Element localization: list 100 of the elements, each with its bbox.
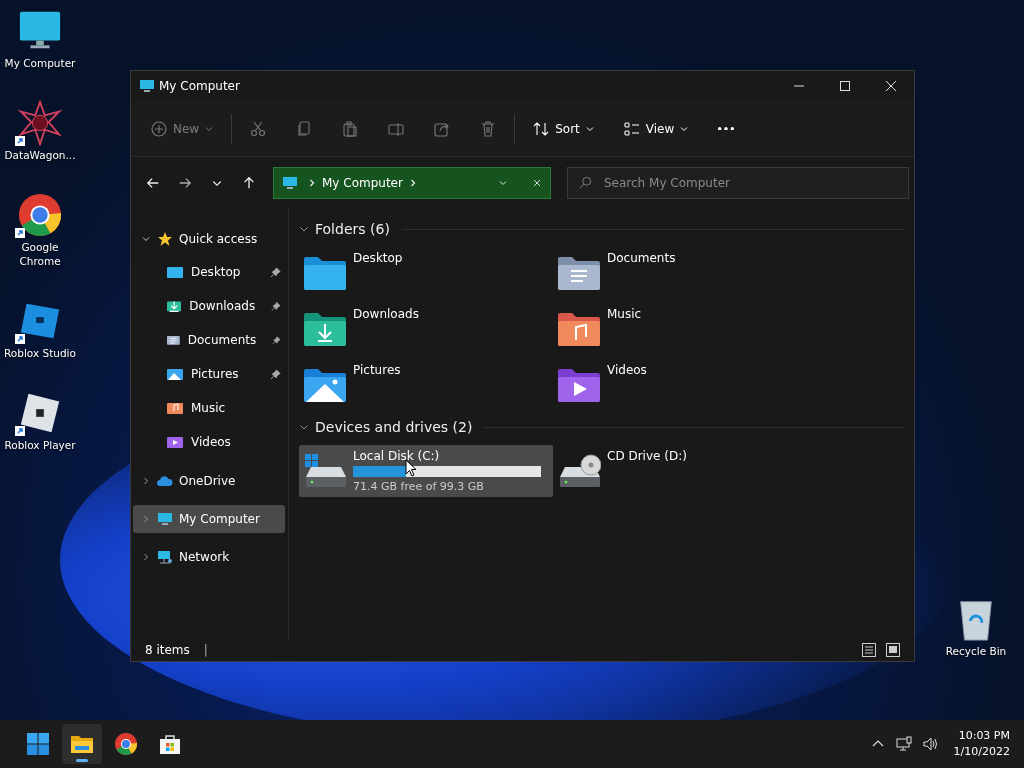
clock[interactable]: 10:03 PM 1/10/2022 xyxy=(953,728,1010,760)
item-name: CD Drive (D:) xyxy=(607,449,688,463)
desktop-shortcut[interactable]: Google Chrome xyxy=(0,192,80,268)
folder-item[interactable]: Downloads xyxy=(299,303,553,355)
monitor-icon xyxy=(139,78,155,94)
chrome-icon xyxy=(17,192,63,238)
up-arrow-icon xyxy=(242,176,256,190)
item-name: Music xyxy=(607,307,643,321)
folder-item[interactable]: Videos xyxy=(553,359,807,411)
trash-icon xyxy=(480,120,497,137)
back-arrow-icon xyxy=(146,176,160,190)
status-separator: | xyxy=(203,643,208,657)
sort-button[interactable]: Sort xyxy=(525,114,602,143)
clear-icon[interactable] xyxy=(532,178,542,188)
rename-icon xyxy=(388,120,405,137)
item-name: Videos xyxy=(607,363,648,377)
sidebar-item[interactable]: OneDrive xyxy=(133,467,285,495)
item-name: Desktop xyxy=(353,251,404,265)
collapse-chevron-icon[interactable] xyxy=(299,422,309,432)
collapse-chevron-icon[interactable] xyxy=(299,224,309,234)
folder-icon xyxy=(557,311,601,347)
address-bar[interactable]: My Computer xyxy=(273,167,551,199)
windows-logo-icon xyxy=(26,732,50,756)
search-field[interactable]: Search My Computer xyxy=(567,167,909,199)
taskbar-app-button[interactable] xyxy=(62,724,102,764)
item-name: Downloads xyxy=(353,307,420,321)
desktop-icon-label: DataWagon... xyxy=(3,148,77,162)
network-icon xyxy=(157,549,173,565)
item-name: Documents xyxy=(607,251,677,265)
sort-arrows-icon xyxy=(533,120,550,137)
sidebar-item[interactable]: Quick access xyxy=(133,225,285,253)
forward-arrow-icon xyxy=(178,176,192,190)
address-location: My Computer xyxy=(322,176,403,190)
chevron-right-icon xyxy=(408,179,417,187)
desktop-icon-label: Google Chrome xyxy=(18,240,62,268)
chevron-down-icon[interactable] xyxy=(141,234,151,244)
disk-space-text: 71.4 GB free of 99.3 GB xyxy=(353,480,485,493)
sidebar-item[interactable]: Desktop xyxy=(133,257,285,287)
network-icon[interactable] xyxy=(895,736,912,752)
folder-item[interactable]: Documents xyxy=(553,247,807,299)
folder-item[interactable]: Pictures xyxy=(299,359,553,411)
chevron-right-icon xyxy=(308,179,316,187)
sidebar-item[interactable]: Videos xyxy=(133,427,285,457)
window-title: My Computer xyxy=(159,79,240,93)
item-name: Pictures xyxy=(353,363,402,377)
share-icon xyxy=(434,120,451,137)
section-heading: Folders (6) xyxy=(315,221,390,237)
star-icon xyxy=(157,231,173,247)
clock-date: 1/10/2022 xyxy=(953,744,1010,760)
search-input[interactable]: Search My Computer xyxy=(602,175,898,191)
drive-item[interactable]: CD Drive (D:) xyxy=(553,445,807,497)
cd-drive-icon xyxy=(557,453,601,489)
desktop-shortcut[interactable]: Roblox Studio xyxy=(0,298,80,360)
monitor-icon xyxy=(282,175,298,191)
caret-icon xyxy=(585,124,594,133)
sidebar-item[interactable]: Pictures xyxy=(133,359,285,389)
list-view-icon xyxy=(623,120,640,137)
sidebar-item[interactable]: My Computer xyxy=(133,505,285,533)
folder-icon xyxy=(167,400,183,416)
folder-item[interactable]: Desktop xyxy=(299,247,553,299)
desktop-shortcut[interactable]: Recycle Bin xyxy=(936,596,1016,658)
maximize-icon xyxy=(839,80,851,92)
plus-circle-icon xyxy=(151,120,167,137)
item-name: Local Disk (C:) xyxy=(353,449,441,463)
folder-icon xyxy=(167,264,183,280)
desktop-icon-label: Recycle Bin xyxy=(944,644,1008,658)
clock-time: 10:03 PM xyxy=(958,728,1010,744)
scissors-icon xyxy=(250,120,267,137)
desktop-shortcut[interactable]: DataWagon... xyxy=(0,100,80,162)
monitor-icon xyxy=(157,511,173,527)
large-icons-view-icon[interactable] xyxy=(886,643,900,657)
sidebar-item[interactable]: Music xyxy=(133,393,285,423)
view-button[interactable]: View xyxy=(615,114,697,143)
desktop-shortcut[interactable]: My Computer xyxy=(0,8,80,70)
mouse-cursor-icon xyxy=(405,459,417,477)
running-indicator xyxy=(76,759,88,762)
sidebar-item[interactable]: Downloads xyxy=(133,291,285,321)
desktop-icon-label: Roblox Player xyxy=(3,438,77,452)
folder-icon xyxy=(303,255,347,291)
sidebar-item[interactable]: Documents xyxy=(133,325,285,355)
desktop-shortcut[interactable]: Roblox Player xyxy=(0,390,80,452)
copy-icon xyxy=(296,120,313,137)
folder-item[interactable]: Music xyxy=(553,303,807,355)
folder-icon xyxy=(557,255,601,291)
hard-drive-icon xyxy=(303,453,347,489)
clipboard-icon xyxy=(342,120,359,137)
more-dots-icon xyxy=(718,126,735,131)
speaker-icon[interactable] xyxy=(921,736,938,752)
folder-icon xyxy=(167,366,183,382)
chevron-right-icon[interactable] xyxy=(141,476,151,486)
desktop-icon-label: Roblox Studio xyxy=(3,346,77,360)
folder-icon xyxy=(303,311,347,347)
dropdown-caret-icon[interactable] xyxy=(498,178,508,188)
chevron-right-icon[interactable] xyxy=(141,552,151,562)
chrome-icon xyxy=(114,732,138,756)
details-view-icon[interactable] xyxy=(862,643,876,657)
folder-icon xyxy=(167,434,183,450)
search-icon xyxy=(578,176,592,190)
drive-item[interactable]: Local Disk (C:) 71.4 GB free of 99.3 GB xyxy=(299,445,553,497)
sidebar-item[interactable]: Network xyxy=(133,543,285,571)
